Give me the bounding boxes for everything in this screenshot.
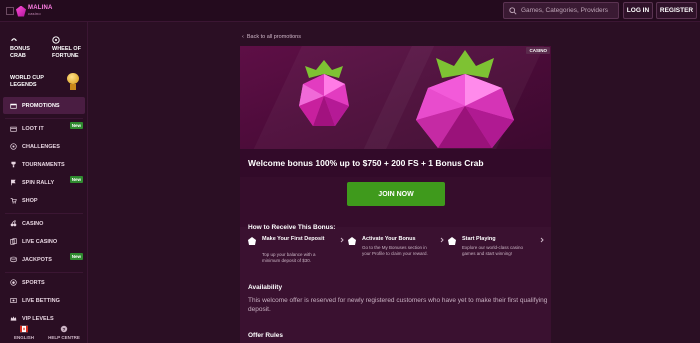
divider [5, 272, 83, 273]
sidebar-item-casino[interactable]: CASINO [3, 215, 85, 232]
sidebar-world-cup-legends[interactable]: WORLD CUP LEGENDS [10, 72, 80, 92]
crown-icon [10, 316, 17, 321]
sidebar-item-challenges[interactable]: CHALLENGES [3, 138, 85, 155]
sidebar-item-label: CHALLENGES [22, 143, 60, 150]
cards-icon [10, 238, 17, 245]
sidebar-item-label: LIVE CASINO [22, 238, 58, 245]
raspberry-small-image [299, 60, 349, 126]
sidebar-item-label: SHOP [22, 197, 38, 204]
target-icon [10, 143, 17, 150]
sidebar: BONUS CRAB WHEEL OF FORTUNE WORLD CUP LE… [0, 22, 88, 343]
register-button[interactable]: REGISTER [656, 2, 697, 19]
sidebar-item-label: TOURNAMENTS [22, 161, 65, 168]
logo[interactable]: MALINA casino [6, 3, 58, 19]
promotion-title: Welcome bonus 100% up to $750 + 200 FS +… [248, 158, 484, 168]
sidebar-item-label: CASINO [22, 220, 44, 227]
promotion-banner: CASINO [240, 46, 551, 149]
new-badge: New [69, 122, 83, 129]
sidebar-item-loot-it[interactable]: LOOT IT New [3, 120, 85, 137]
sidebar-item-label: VIP LEVELS [22, 315, 54, 322]
new-badge: New [69, 253, 83, 260]
sidebar-item-label: SPORTS [22, 279, 45, 286]
sidebar-item-label: JACKPOTS [22, 256, 52, 263]
cta-area: JOIN NOW [240, 177, 551, 227]
promotion-card: CASINO Welcome bonus 100% up to $750 + 2… [240, 46, 551, 343]
raspberry-step-icon [248, 237, 256, 245]
step-description: Go to the My Bonuses section in your Pro… [362, 245, 428, 256]
bonus-crab-label: BONUS CRAB [10, 46, 30, 59]
language-label: ENGLISH [13, 335, 34, 340]
sidebar-item-label: LIVE BETTING [22, 297, 60, 304]
chest-icon [10, 126, 17, 132]
sidebar-item-sports[interactable]: SPORTS [3, 274, 85, 291]
ball-icon [10, 279, 17, 286]
logo-text: MALINA casino [28, 5, 53, 16]
login-button[interactable]: LOG IN [623, 2, 653, 19]
language-selector[interactable]: ENGLISH [4, 325, 44, 340]
sidebar-item-spin-rally[interactable]: SPIN RALLY New [3, 174, 85, 191]
availability-text: This welcome offer is reserved for newly… [248, 297, 548, 313]
trophy-icon [11, 161, 16, 168]
divider [5, 213, 83, 214]
live-icon [10, 298, 17, 303]
gift-icon [10, 103, 17, 109]
new-badge: New [69, 176, 83, 183]
help-icon: ? [60, 325, 68, 333]
trophy-icon [66, 73, 80, 91]
sidebar-item-label: LOOT IT [22, 125, 44, 132]
sidebar-bonus-crab[interactable]: BONUS CRAB [10, 36, 36, 59]
chevron-right-icon [440, 237, 444, 243]
help-label: HELP CENTRE [48, 335, 80, 340]
sidebar-item-live-betting[interactable]: LIVE BETTING [3, 292, 85, 309]
crab-icon [11, 38, 17, 42]
help-centre-link[interactable]: ? HELP CENTRE [44, 325, 84, 340]
sidebar-item-shop[interactable]: SHOP [3, 192, 85, 209]
step-description: Explore our world-class casino games and… [462, 245, 524, 256]
category-tag: CASINO [526, 47, 550, 54]
search-icon [509, 6, 517, 15]
sidebar-item-live-casino[interactable]: LIVE CASINO [3, 233, 85, 250]
wheel-of-fortune-label: WHEEL OF FORTUNE [52, 46, 81, 59]
chevron-left-icon: ‹ [242, 34, 244, 40]
offer-rules-title[interactable]: Offer Rules [248, 332, 283, 339]
raspberry-large-image [416, 50, 514, 148]
sidebar-wheel-of-fortune[interactable]: WHEEL OF FORTUNE [52, 36, 82, 59]
step-title: Activate Your Bonus [362, 236, 416, 242]
divider [5, 118, 83, 119]
promotion-title-bar: Welcome bonus 100% up to $750 + 200 FS +… [240, 149, 551, 177]
raspberry-logo-icon [16, 5, 26, 17]
flag-canada-icon [20, 325, 28, 333]
sidebar-item-jackpots[interactable]: JACKPOTS New [3, 251, 85, 268]
step-title: Make Your First Deposit [262, 236, 325, 242]
step-description: Top up your balance with a minimum depos… [262, 252, 316, 263]
back-to-promotions-link[interactable]: ‹ Back to all promotions [242, 34, 301, 40]
cherry-icon [10, 220, 17, 227]
how-to-receive-title: How to Receive This Bonus: [248, 224, 336, 231]
sidebar-item-label: PROMOTIONS [22, 102, 60, 109]
search-input[interactable] [521, 7, 616, 14]
search-box[interactable] [503, 2, 619, 19]
sidebar-item-promotions[interactable]: PROMOTIONS [3, 97, 85, 114]
sidebar-item-tournaments[interactable]: TOURNAMENTS [3, 156, 85, 173]
chevron-right-icon [340, 237, 344, 243]
sidebar-item-label: SPIN RALLY [22, 179, 55, 186]
flag-icon [11, 179, 16, 186]
raspberry-step-icon [348, 237, 356, 245]
join-now-button[interactable]: JOIN NOW [347, 182, 445, 206]
top-bar: MALINAcasino LOG IN REGISTER [0, 0, 700, 22]
world-cup-label: WORLD CUP LEGENDS [10, 75, 44, 88]
wheel-icon [52, 36, 60, 44]
chevron-right-icon [540, 237, 544, 243]
step-title: Start Playing [462, 236, 496, 242]
svg-text:?: ? [63, 327, 66, 333]
back-link-label: Back to all promotions [246, 34, 301, 40]
cart-icon [10, 198, 17, 204]
availability-title: Availability [248, 284, 283, 291]
coins-icon [10, 256, 17, 263]
raspberry-step-icon [448, 237, 456, 245]
menu-icon[interactable] [6, 7, 14, 15]
